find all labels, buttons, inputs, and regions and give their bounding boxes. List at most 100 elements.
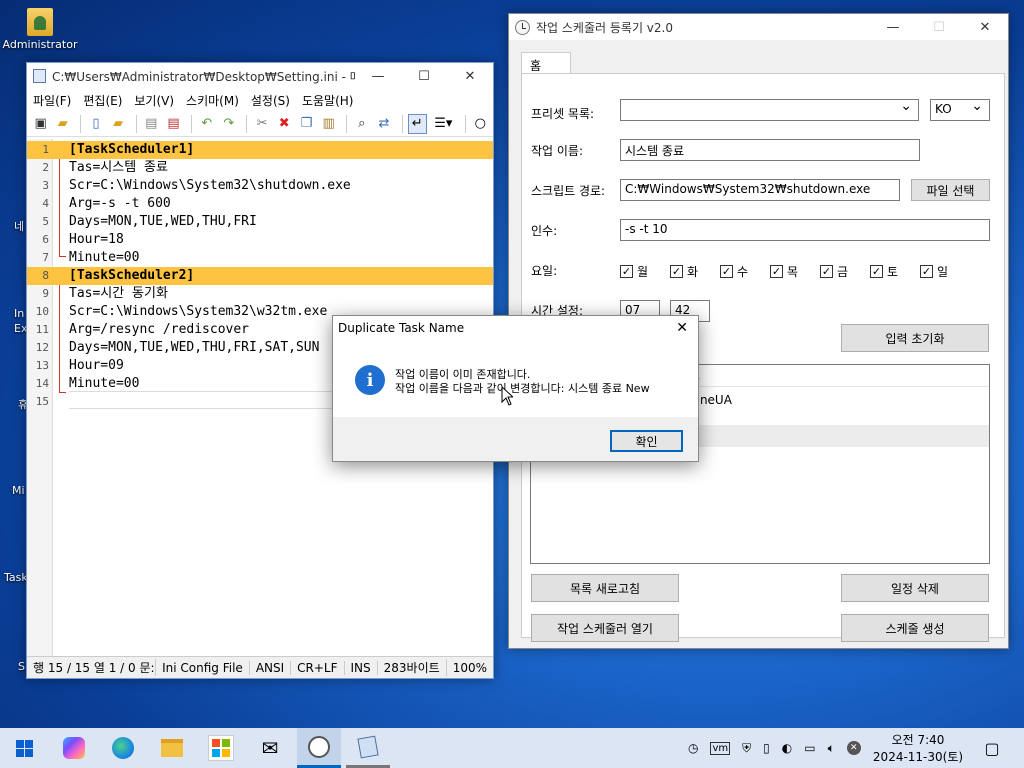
- editor-line[interactable]: 3 Scr=C:\Windows\System32\shutdown.exe: [27, 177, 493, 195]
- shield-icon[interactable]: ⛨: [742, 741, 751, 756]
- replace-icon[interactable]: ⇄: [374, 114, 393, 134]
- store-icon: [208, 735, 234, 761]
- window-title: 작업 스케줄러 등록기 v2.0: [536, 20, 673, 35]
- select-file-button[interactable]: 파일 선택: [911, 179, 990, 201]
- menu-settings[interactable]: 설정(S): [251, 92, 290, 109]
- open-task-scheduler-button[interactable]: 작업 스케줄러 열기: [531, 614, 679, 642]
- day-checkbox-sat[interactable]: ✓ 토: [870, 263, 898, 280]
- new-file-icon[interactable]: ▯: [86, 114, 105, 134]
- editor-line[interactable]: 5 Days=MON,TUE,WED,THU,FRI: [27, 213, 493, 231]
- taskbar-edge[interactable]: [101, 728, 145, 768]
- day-checkbox-wed[interactable]: ✓ 수: [720, 263, 748, 280]
- open-folder-icon[interactable]: ▰: [53, 114, 72, 134]
- status-schema[interactable]: Ini Config File: [156, 660, 250, 675]
- toolbar-separator: [401, 114, 403, 133]
- create-schedule-button[interactable]: 스케줄 생성: [841, 614, 989, 642]
- maximize-button[interactable]: ☐: [401, 63, 447, 89]
- line-text: [TaskScheduler2]: [69, 268, 195, 283]
- editor-line[interactable]: 7 Minute=00: [27, 249, 493, 267]
- menu-view[interactable]: 보기(V): [134, 92, 174, 109]
- clock-area[interactable]: 오전 7:40 2024-11-30(토): [872, 728, 964, 768]
- save-icon[interactable]: ▤: [142, 114, 161, 134]
- tab-home[interactable]: 홈: [521, 52, 571, 74]
- delete-schedule-button[interactable]: 일정 삭제: [841, 574, 989, 602]
- maximize-button[interactable]: ☐: [916, 14, 962, 40]
- status-zoom[interactable]: 100%: [447, 661, 493, 675]
- status-size: 283바이트: [378, 659, 447, 676]
- script-path-input[interactable]: C:₩Windows₩System32₩shutdown.exe: [620, 179, 900, 201]
- open-file-icon[interactable]: ▰: [109, 114, 128, 134]
- ok-button[interactable]: 확인: [610, 430, 683, 452]
- day-checkbox-fri[interactable]: ✓ 금: [820, 263, 848, 280]
- taskbar-explorer[interactable]: [150, 728, 194, 768]
- duplicate-task-dialog: Duplicate Task Name ✕ i 작업 이름이 이미 존재합니다.…: [332, 315, 699, 462]
- preset-dropdown[interactable]: [620, 98, 919, 121]
- task-name-input[interactable]: 시스템 종료: [620, 139, 920, 161]
- copy-icon[interactable]: ❐: [297, 114, 316, 134]
- editor-line[interactable]: 2 Tas=시스템 종료: [27, 159, 493, 177]
- file-explorer-icon: [161, 739, 183, 757]
- day-checkbox-mon[interactable]: ✓ 월: [620, 263, 648, 280]
- save-as-icon[interactable]: ▤: [164, 114, 183, 134]
- editor-line[interactable]: 1 [TaskScheduler1]: [27, 141, 493, 159]
- new-window-icon[interactable]: ▣: [31, 114, 50, 134]
- day-checkbox-tue[interactable]: ✓ 화: [670, 263, 698, 280]
- find-icon[interactable]: ⌕: [352, 114, 371, 134]
- day-checkbox-thu[interactable]: ✓ 목: [770, 263, 798, 280]
- notification-button[interactable]: ▢: [970, 728, 1014, 768]
- redo-icon[interactable]: ↷: [219, 114, 238, 134]
- taskbar-copilot[interactable]: [52, 728, 96, 768]
- start-button[interactable]: [2, 728, 46, 768]
- word-wrap-icon[interactable]: ↵: [407, 113, 427, 134]
- undo-icon[interactable]: ↶: [197, 114, 216, 134]
- cut-icon[interactable]: ✂: [252, 114, 271, 134]
- refresh-list-button[interactable]: 목록 새로고침: [531, 574, 679, 602]
- checkmark-icon: ✓: [670, 265, 683, 278]
- taskbar-notepad[interactable]: [346, 728, 390, 768]
- line-number: 7: [42, 251, 49, 264]
- no-sound-icon[interactable]: ✕: [846, 741, 861, 755]
- notepad-titlebar[interactable]: C:₩Users₩Administrator₩Desktop₩Setting.i…: [27, 63, 493, 89]
- paste-icon[interactable]: ▥: [319, 114, 338, 134]
- zoom-icon[interactable]: ○: [471, 114, 490, 134]
- status-eol[interactable]: CR+LF: [291, 660, 345, 675]
- camera-icon[interactable]: ◐: [782, 741, 792, 755]
- taskbar-store[interactable]: [199, 728, 243, 768]
- scheduler-titlebar[interactable]: 작업 스케줄러 등록기 v2.0 — ☐ ✕: [509, 14, 1008, 40]
- delete-icon[interactable]: ✖: [275, 114, 294, 134]
- line-text: Hour=09: [69, 358, 124, 373]
- schema-dropdown-icon[interactable]: ☰▾: [430, 114, 457, 134]
- status-mode[interactable]: INS: [345, 660, 378, 675]
- editor-line[interactable]: 8 [TaskScheduler2]: [27, 267, 493, 285]
- editor-line[interactable]: 6 Hour=18: [27, 231, 493, 249]
- taskbar-scheduler-app[interactable]: [297, 728, 341, 768]
- vm-tray-icon[interactable]: vm: [710, 741, 731, 755]
- minimize-button[interactable]: —: [355, 63, 401, 89]
- dialog-close-button[interactable]: ✕: [676, 320, 688, 336]
- reset-input-button[interactable]: 입력 초기화: [841, 324, 989, 352]
- day-checkbox-sun[interactable]: ✓ 일: [920, 263, 948, 280]
- editor-line[interactable]: 9 Tas=시간 동기화: [27, 285, 493, 303]
- usb-icon[interactable]: ▯: [763, 741, 770, 755]
- taskbar-mail[interactable]: ✉: [248, 728, 292, 768]
- menu-schema[interactable]: 스키마(M): [186, 92, 239, 109]
- minimize-button[interactable]: —: [870, 14, 916, 40]
- line-text: Hour=18: [69, 232, 124, 247]
- line-number: 9: [42, 287, 49, 300]
- language-dropdown[interactable]: KO: [930, 98, 990, 121]
- close-button[interactable]: ✕: [447, 63, 493, 89]
- desktop-partial-label: Mi: [12, 484, 25, 497]
- menu-file[interactable]: 파일(F): [33, 92, 71, 109]
- close-button[interactable]: ✕: [962, 14, 1008, 40]
- network-icon[interactable]: ▭: [804, 741, 815, 755]
- windows-logo-icon: [15, 739, 33, 757]
- status-encoding[interactable]: ANSI: [250, 660, 292, 675]
- arguments-input[interactable]: -s -t 10: [620, 219, 990, 241]
- notification-icon: ▢: [984, 738, 1000, 758]
- menu-help[interactable]: 도움말(H): [302, 92, 354, 109]
- volume-icon[interactable]: 🔈︎: [828, 741, 835, 756]
- menu-edit[interactable]: 편집(E): [83, 92, 122, 109]
- clock-tray-icon[interactable]: ◷: [688, 741, 698, 755]
- editor-line[interactable]: 4 Arg=-s -t 600: [27, 195, 493, 213]
- desktop-icon-administrator[interactable]: Administrator: [2, 8, 78, 51]
